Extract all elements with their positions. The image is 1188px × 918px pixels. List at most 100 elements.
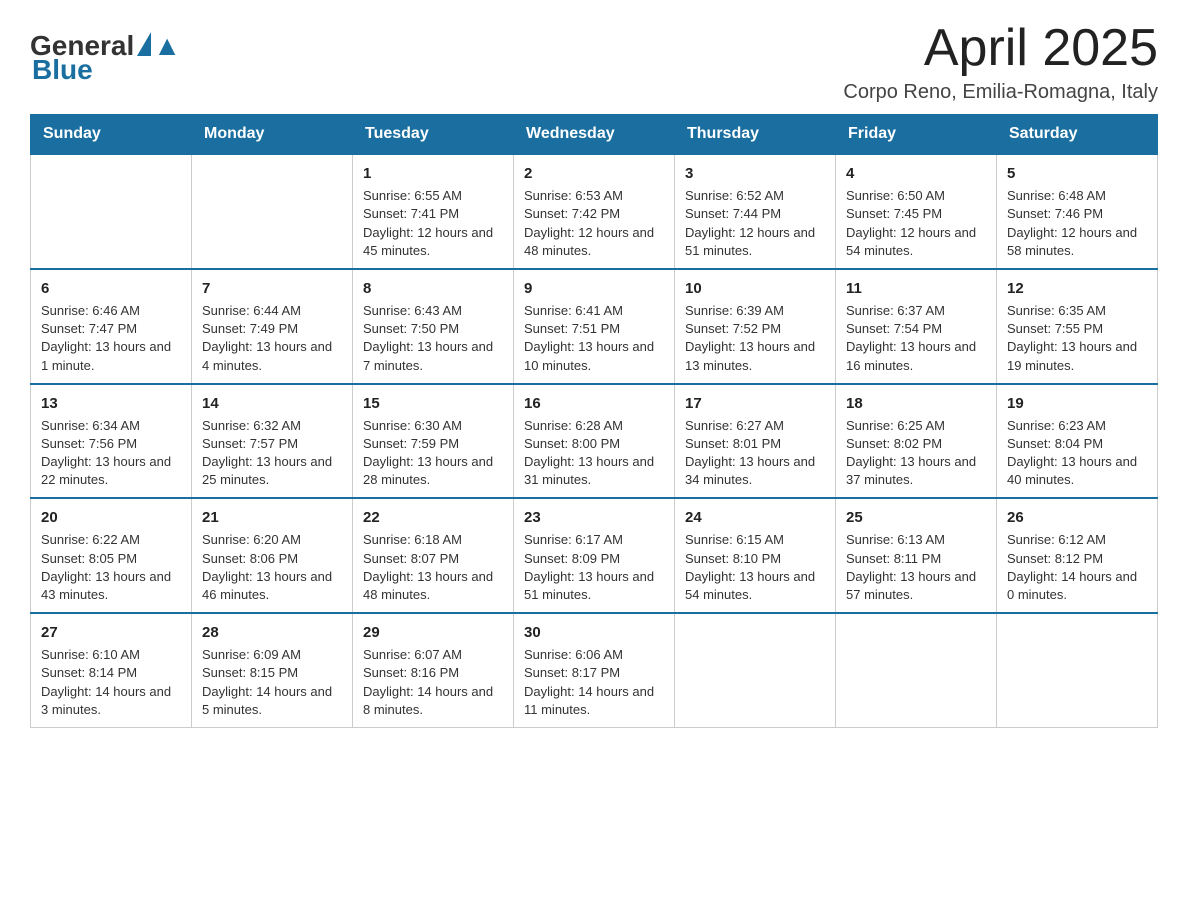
title-area: April 2025 Corpo Reno, Emilia-Romagna, I… [843,20,1158,104]
day-info: Sunrise: 6:43 AM Sunset: 7:50 PM Dayligh… [363,302,503,375]
day-info: Sunrise: 6:07 AM Sunset: 8:16 PM Dayligh… [363,646,503,719]
day-number: 17 [685,393,825,414]
calendar-day-cell: 26Sunrise: 6:12 AM Sunset: 8:12 PM Dayli… [997,498,1158,613]
calendar-day-cell: 9Sunrise: 6:41 AM Sunset: 7:51 PM Daylig… [514,269,675,384]
calendar-week-row: 1 Sunrise: 6:55 AM Sunset: 7:41 PM Daylig… [31,154,1158,269]
day-number: 21 [202,507,342,528]
logo: General ▲ Blue [30,20,181,86]
header-friday: Friday [836,115,997,155]
calendar-day-cell: 28Sunrise: 6:09 AM Sunset: 8:15 PM Dayli… [192,613,353,727]
calendar-day-cell: 19 Sunrise: 6:23 AM Sunset: 8:04 PM Dayli… [997,384,1158,499]
calendar-day-cell: 25 Sunrise: 6:13 AM Sunset: 8:11 PM Dayli… [836,498,997,613]
day-info: Sunrise: 6:28 AM Sunset: 8:00 PM Dayligh… [524,417,664,490]
calendar-day-cell [675,613,836,727]
day-number: 8 [363,278,503,299]
calendar-day-cell: 6 Sunrise: 6:46 AM Sunset: 7:47 PM Daylig… [31,269,192,384]
day-number: 19 [1007,393,1147,414]
day-info: Sunrise: 6:12 AM Sunset: 8:12 PM Dayligh… [1007,531,1147,604]
header-saturday: Saturday [997,115,1158,155]
day-number: 7 [202,278,342,299]
day-info: Sunrise: 6:48 AM Sunset: 7:46 PM Dayligh… [1007,187,1147,260]
day-number: 15 [363,393,503,414]
calendar-day-cell: 24 Sunrise: 6:15 AM Sunset: 8:10 PM Dayli… [675,498,836,613]
day-number: 13 [41,393,181,414]
day-info: Sunrise: 6:23 AM Sunset: 8:04 PM Dayligh… [1007,417,1147,490]
calendar-table: Sunday Monday Tuesday Wednesday Thursday… [30,114,1158,728]
calendar-day-cell: 27 Sunrise: 6:10 AM Sunset: 8:14 PM Dayli… [31,613,192,727]
calendar-day-cell: 4 Sunrise: 6:50 AM Sunset: 7:45 PM Daylig… [836,154,997,269]
header-thursday: Thursday [675,115,836,155]
day-info: Sunrise: 6:15 AM Sunset: 8:10 PM Dayligh… [685,531,825,604]
location-text: Corpo Reno, Emilia-Romagna, Italy [843,81,1158,104]
day-number: 27 [41,622,181,643]
day-number: 25 [846,507,986,528]
calendar-day-cell: 7 Sunrise: 6:44 AM Sunset: 7:49 PM Daylig… [192,269,353,384]
day-number: 6 [41,278,181,299]
day-number: 12 [1007,278,1147,299]
day-info: Sunrise: 6:44 AM Sunset: 7:49 PM Dayligh… [202,302,342,375]
calendar-day-cell: 20Sunrise: 6:22 AM Sunset: 8:05 PM Dayli… [31,498,192,613]
day-info: Sunrise: 6:17 AM Sunset: 8:09 PM Dayligh… [524,531,664,604]
calendar-day-cell: 1 Sunrise: 6:55 AM Sunset: 7:41 PM Daylig… [353,154,514,269]
logo-blue-suffix: ▲ [153,30,181,62]
day-number: 28 [202,622,342,643]
day-info: Sunrise: 6:10 AM Sunset: 8:14 PM Dayligh… [41,646,181,719]
calendar-day-cell [997,613,1158,727]
calendar-week-row: 27 Sunrise: 6:10 AM Sunset: 8:14 PM Dayli… [31,613,1158,727]
day-number: 1 [363,163,503,184]
day-info: Sunrise: 6:32 AM Sunset: 7:57 PM Dayligh… [202,417,342,490]
day-info: Sunrise: 6:50 AM Sunset: 7:45 PM Dayligh… [846,187,986,260]
day-number: 24 [685,507,825,528]
calendar-day-cell [192,154,353,269]
weekday-header-row: Sunday Monday Tuesday Wednesday Thursday… [31,115,1158,155]
logo-triangle-icon [137,32,151,56]
calendar-day-cell: 29 Sunrise: 6:07 AM Sunset: 8:16 PM Dayli… [353,613,514,727]
day-number: 18 [846,393,986,414]
day-number: 16 [524,393,664,414]
calendar-day-cell: 8 Sunrise: 6:43 AM Sunset: 7:50 PM Daylig… [353,269,514,384]
calendar-day-cell: 15Sunrise: 6:30 AM Sunset: 7:59 PM Dayli… [353,384,514,499]
day-info: Sunrise: 6:22 AM Sunset: 8:05 PM Dayligh… [41,531,181,604]
month-title: April 2025 [843,20,1158,77]
day-info: Sunrise: 6:06 AM Sunset: 8:17 PM Dayligh… [524,646,664,719]
day-info: Sunrise: 6:34 AM Sunset: 7:56 PM Dayligh… [41,417,181,490]
day-number: 3 [685,163,825,184]
calendar-day-cell: 16 Sunrise: 6:28 AM Sunset: 8:00 PM Dayli… [514,384,675,499]
day-info: Sunrise: 6:55 AM Sunset: 7:41 PM Dayligh… [363,187,503,260]
calendar-week-row: 13 Sunrise: 6:34 AM Sunset: 7:56 PM Dayli… [31,384,1158,499]
day-number: 30 [524,622,664,643]
calendar-day-cell: 2Sunrise: 6:53 AM Sunset: 7:42 PM Daylig… [514,154,675,269]
calendar-day-cell: 10Sunrise: 6:39 AM Sunset: 7:52 PM Dayli… [675,269,836,384]
calendar-day-cell: 11 Sunrise: 6:37 AM Sunset: 7:54 PM Dayli… [836,269,997,384]
header-sunday: Sunday [31,115,192,155]
calendar-day-cell [836,613,997,727]
day-number: 2 [524,163,664,184]
calendar-week-row: 6 Sunrise: 6:46 AM Sunset: 7:47 PM Daylig… [31,269,1158,384]
header-wednesday: Wednesday [514,115,675,155]
calendar-day-cell: 17Sunrise: 6:27 AM Sunset: 8:01 PM Dayli… [675,384,836,499]
calendar-day-cell: 13 Sunrise: 6:34 AM Sunset: 7:56 PM Dayli… [31,384,192,499]
page-header: General ▲ Blue April 2025 Corpo Reno, Em… [30,20,1158,104]
header-tuesday: Tuesday [353,115,514,155]
day-number: 23 [524,507,664,528]
day-info: Sunrise: 6:13 AM Sunset: 8:11 PM Dayligh… [846,531,986,604]
day-info: Sunrise: 6:39 AM Sunset: 7:52 PM Dayligh… [685,302,825,375]
day-number: 5 [1007,163,1147,184]
calendar-day-cell: 22Sunrise: 6:18 AM Sunset: 8:07 PM Dayli… [353,498,514,613]
day-number: 22 [363,507,503,528]
day-number: 29 [363,622,503,643]
day-info: Sunrise: 6:52 AM Sunset: 7:44 PM Dayligh… [685,187,825,260]
day-number: 11 [846,278,986,299]
calendar-day-cell: 5 Sunrise: 6:48 AM Sunset: 7:46 PM Daylig… [997,154,1158,269]
calendar-day-cell: 18Sunrise: 6:25 AM Sunset: 8:02 PM Dayli… [836,384,997,499]
day-info: Sunrise: 6:37 AM Sunset: 7:54 PM Dayligh… [846,302,986,375]
day-info: Sunrise: 6:46 AM Sunset: 7:47 PM Dayligh… [41,302,181,375]
day-number: 14 [202,393,342,414]
day-info: Sunrise: 6:20 AM Sunset: 8:06 PM Dayligh… [202,531,342,604]
day-number: 4 [846,163,986,184]
calendar-day-cell: 3 Sunrise: 6:52 AM Sunset: 7:44 PM Daylig… [675,154,836,269]
calendar-day-cell: 30 Sunrise: 6:06 AM Sunset: 8:17 PM Dayli… [514,613,675,727]
day-info: Sunrise: 6:41 AM Sunset: 7:51 PM Dayligh… [524,302,664,375]
calendar-week-row: 20Sunrise: 6:22 AM Sunset: 8:05 PM Dayli… [31,498,1158,613]
calendar-day-cell: 23 Sunrise: 6:17 AM Sunset: 8:09 PM Dayli… [514,498,675,613]
